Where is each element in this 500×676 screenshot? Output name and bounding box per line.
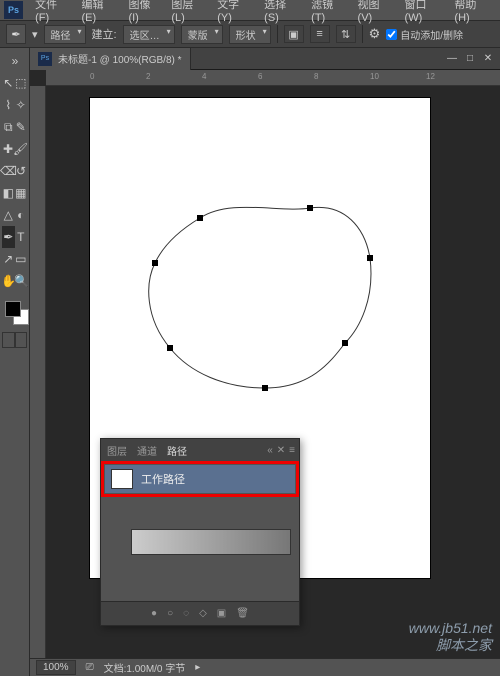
doc-info-chevron-icon[interactable]: ▸ bbox=[195, 662, 200, 673]
menu-help[interactable]: 帮助(H) bbox=[448, 0, 496, 24]
gradient-tool[interactable]: ▦ bbox=[15, 182, 28, 204]
pen-tool-icon[interactable]: ✒ bbox=[6, 24, 26, 44]
ruler-vertical bbox=[30, 86, 46, 676]
ps-doc-icon: Ps bbox=[38, 52, 52, 66]
shape-tool[interactable]: ▭ bbox=[15, 248, 28, 270]
tab-layers[interactable]: 图层 bbox=[107, 443, 127, 458]
selection-to-path-icon[interactable]: ◇ bbox=[199, 608, 207, 619]
panel-menu-icon[interactable]: ≡ bbox=[289, 445, 295, 456]
menu-filter[interactable]: 滤镜(T) bbox=[305, 0, 351, 24]
tab-paths[interactable]: 路径 bbox=[167, 443, 187, 458]
window-close-icon[interactable]: ✕ bbox=[480, 52, 496, 66]
make-shape-button[interactable]: 形状 bbox=[229, 25, 271, 44]
fill-path-icon[interactable]: ● bbox=[151, 608, 157, 619]
window-minimize-icon[interactable]: — bbox=[444, 52, 460, 66]
path-align-icon[interactable]: ≡ bbox=[310, 25, 330, 43]
doc-info: 文档:1.00M/0 字节 bbox=[104, 660, 186, 675]
tab-channels[interactable]: 通道 bbox=[137, 443, 157, 458]
menu-file[interactable]: 文件(F) bbox=[29, 0, 75, 24]
type-tool[interactable]: T bbox=[15, 226, 28, 248]
lasso-tool[interactable]: ⌇ bbox=[2, 94, 15, 116]
eyedropper-tool[interactable]: ✎ bbox=[15, 116, 28, 138]
mode-dropdown[interactable]: 路径 bbox=[44, 25, 86, 44]
path-op-icon[interactable]: ▣ bbox=[284, 25, 304, 43]
paths-panel-footer: ● ○ ◌ ◇ ▣ 🗑 bbox=[101, 601, 299, 625]
zoom-level[interactable]: 100% bbox=[36, 660, 76, 675]
auto-add-label: 自动添加/删除 bbox=[400, 27, 463, 42]
paths-list: 工作路径 bbox=[101, 461, 299, 601]
panel-close-icon[interactable]: ✕ bbox=[277, 445, 285, 456]
menu-select[interactable]: 选择(S) bbox=[258, 0, 305, 24]
document-title: 未标题-1 @ 100%(RGB/8) * bbox=[58, 51, 182, 66]
stroke-path-icon[interactable]: ○ bbox=[167, 608, 173, 619]
status-bar: 100% ⎚ 文档:1.00M/0 字节 ▸ bbox=[30, 658, 500, 676]
path-thumbnail bbox=[111, 469, 133, 489]
divider bbox=[362, 25, 363, 43]
options-bar: ✒ ▾ 路径 建立: 选区… 蒙版 形状 ▣ ≡ ⇅ ⚙ 自动添加/删除 bbox=[0, 20, 500, 48]
gear-icon[interactable]: ⚙ bbox=[369, 26, 381, 42]
pen-tool[interactable]: ✒ bbox=[2, 226, 15, 248]
app-logo: Ps bbox=[4, 1, 23, 19]
quick-mask-toggle[interactable] bbox=[2, 332, 27, 348]
menu-view[interactable]: 视图(V) bbox=[352, 0, 399, 24]
brush-tool[interactable]: 🖌 bbox=[14, 138, 27, 160]
zoom-tool[interactable]: 🔍 bbox=[15, 270, 28, 292]
panel-collapse-icon[interactable]: « bbox=[267, 445, 273, 456]
annotation-highlight: 工作路径 bbox=[101, 461, 299, 497]
document-tab[interactable]: Ps 未标题-1 @ 100%(RGB/8) * bbox=[30, 48, 191, 70]
window-maximize-icon[interactable]: □ bbox=[462, 52, 478, 66]
new-path-icon[interactable]: ▣ bbox=[217, 608, 226, 619]
paths-panel[interactable]: 图层 通道 路径 « ✕ ≡ 工作路径 ● bbox=[100, 438, 300, 626]
ruler-horizontal: 0 2 4 6 8 10 12 bbox=[46, 70, 500, 86]
path-select-tool[interactable]: ↗ bbox=[2, 248, 15, 270]
path-item-work-path[interactable]: 工作路径 bbox=[105, 465, 295, 493]
path-arrange-icon[interactable]: ⇅ bbox=[336, 25, 356, 43]
watermark: www.jb51.net 脚本之家 bbox=[409, 620, 492, 654]
path-item-label: 工作路径 bbox=[141, 471, 185, 487]
gradient-preview bbox=[131, 529, 291, 555]
doc-nav-icon[interactable]: ⎚ bbox=[86, 662, 94, 673]
blur-tool[interactable]: △ bbox=[2, 204, 15, 226]
menu-type[interactable]: 文字(Y) bbox=[211, 0, 258, 24]
marquee-tool[interactable]: ⬚ bbox=[15, 72, 28, 94]
history-brush-tool[interactable]: ↺ bbox=[15, 160, 27, 182]
eraser-tool[interactable]: ◧ bbox=[2, 182, 15, 204]
stamp-tool[interactable]: ⌫ bbox=[2, 160, 15, 182]
document-tab-bar: Ps 未标题-1 @ 100%(RGB/8) * — □ ✕ bbox=[30, 48, 500, 70]
make-mask-button[interactable]: 蒙版 bbox=[181, 25, 223, 44]
auto-add-checkbox-input[interactable] bbox=[386, 29, 397, 40]
color-swatches[interactable] bbox=[2, 298, 27, 328]
menu-edit[interactable]: 编辑(E) bbox=[75, 0, 122, 24]
menubar: Ps 文件(F) 编辑(E) 图像(I) 图层(L) 文字(Y) 选择(S) 滤… bbox=[0, 0, 500, 20]
divider bbox=[277, 25, 278, 43]
auto-add-delete-checkbox[interactable]: 自动添加/删除 bbox=[386, 27, 463, 42]
menu-layer[interactable]: 图层(L) bbox=[165, 0, 211, 24]
menu-window[interactable]: 窗口(W) bbox=[399, 0, 449, 24]
dodge-tool[interactable]: ◐ bbox=[15, 204, 28, 226]
wand-tool[interactable]: ✧ bbox=[15, 94, 28, 116]
expand-toolbox-icon[interactable]: » bbox=[2, 50, 28, 72]
delete-path-icon[interactable]: 🗑 bbox=[236, 608, 249, 619]
foreground-color-swatch[interactable] bbox=[5, 301, 21, 317]
workspace: Ps 未标题-1 @ 100%(RGB/8) * — □ ✕ 0 2 4 6 8… bbox=[30, 48, 500, 676]
panel-tab-bar: 图层 通道 路径 « ✕ ≡ bbox=[101, 439, 299, 461]
make-selection-button[interactable]: 选区… bbox=[123, 25, 175, 44]
toolbox: » ↖⬚ ⌇✧ ⧉✎ ✚🖌 ⌫↺ ◧▦ △◐ ✒T ↗▭ ✋🔍 bbox=[0, 48, 30, 676]
chevron-down-icon[interactable]: ▾ bbox=[32, 28, 38, 41]
make-label: 建立: bbox=[92, 26, 117, 42]
crop-tool[interactable]: ⧉ bbox=[2, 116, 15, 138]
path-to-selection-icon[interactable]: ◌ bbox=[183, 608, 189, 619]
menu-image[interactable]: 图像(I) bbox=[122, 0, 165, 24]
move-tool[interactable]: ↖ bbox=[2, 72, 15, 94]
